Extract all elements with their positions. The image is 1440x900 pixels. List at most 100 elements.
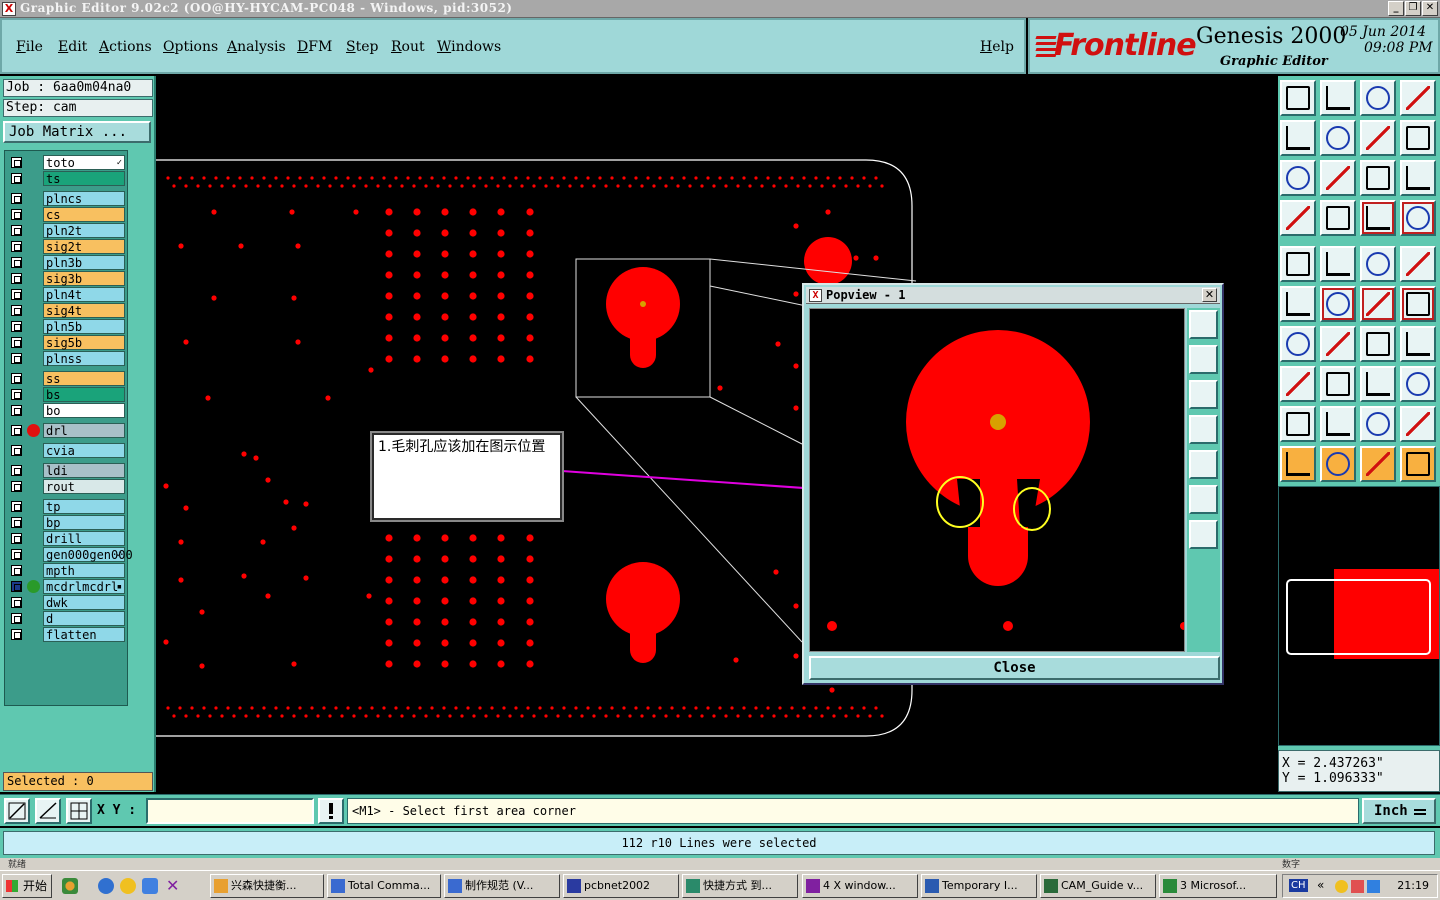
- taskbar-task[interactable]: 快捷方式 到...: [682, 874, 798, 898]
- layer-name[interactable]: ldi: [43, 463, 125, 478]
- layer-checkbox[interactable]: [11, 533, 22, 544]
- layer-row-cs[interactable]: cs: [7, 207, 127, 222]
- menu-options[interactable]: Options: [163, 39, 218, 55]
- layer-row-pln5b[interactable]: pln5b: [7, 319, 127, 334]
- tool-ruler-button[interactable]: [1360, 246, 1396, 282]
- layer-checkbox[interactable]: [11, 425, 22, 436]
- popview-close-button[interactable]: Close: [809, 656, 1220, 680]
- layer-checkbox[interactable]: [11, 465, 22, 476]
- popview-titlebar[interactable]: X Popview - 1 ✕: [806, 287, 1220, 304]
- tool-zoom-window-button[interactable]: [1400, 80, 1436, 116]
- tool-arch-1-button[interactable]: [1360, 406, 1396, 442]
- layer-checkbox[interactable]: [11, 241, 22, 252]
- layer-name[interactable]: plncs: [43, 191, 125, 206]
- quicklaunch-clock-icon[interactable]: [120, 878, 136, 894]
- layer-row-bs[interactable]: bs: [7, 387, 127, 402]
- tool-pan-right-button[interactable]: [1320, 120, 1356, 156]
- quicklaunch-people-icon[interactable]: [62, 878, 78, 894]
- layer-checkbox[interactable]: [11, 225, 22, 236]
- alert-button[interactable]: [318, 798, 344, 824]
- taskbar-task[interactable]: CAM_Guide v...: [1040, 874, 1156, 898]
- layer-checkbox[interactable]: [11, 581, 22, 592]
- layer-checkbox[interactable]: [11, 209, 22, 220]
- close-window-button[interactable]: ✕: [1422, 1, 1438, 16]
- taskbar-task[interactable]: pcbnet2002: [563, 874, 679, 898]
- layer-row-sig2t[interactable]: sig2t: [7, 239, 127, 254]
- tool-undo-zoom-button[interactable]: [1400, 120, 1436, 156]
- popview-pan-right-button[interactable]: [1189, 450, 1218, 479]
- popview-pan-left-button[interactable]: [1189, 415, 1218, 444]
- tool-draw-line-button[interactable]: [1320, 246, 1356, 282]
- layer-checkbox[interactable]: [11, 337, 22, 348]
- quicklaunch-ie-icon[interactable]: [98, 878, 114, 894]
- tool-filter-button[interactable]: [1280, 200, 1316, 236]
- tool-route-button[interactable]: [1400, 446, 1436, 482]
- layer-name[interactable]: sig4t: [43, 303, 125, 318]
- popview-center-button[interactable]: [1189, 520, 1218, 549]
- layer-name[interactable]: pln3b: [43, 255, 125, 270]
- layer-name[interactable]: dwk: [43, 595, 125, 610]
- taskbar-task[interactable]: Total Comma...: [327, 874, 441, 898]
- tool-help-button[interactable]: [1400, 160, 1436, 196]
- layer-row-flatten[interactable]: flatten: [7, 627, 127, 642]
- tool-group-button[interactable]: [1400, 366, 1436, 402]
- tool-circle-point-button[interactable]: [1400, 246, 1436, 282]
- layer-row-pln4t[interactable]: pln4t: [7, 287, 127, 302]
- popview-canvas[interactable]: [809, 308, 1185, 652]
- tool-drag-point-button[interactable]: [1400, 286, 1436, 322]
- layer-row-bp[interactable]: bp: [7, 515, 127, 530]
- layer-row-gen000[interactable]: gen000gen000 ✓: [7, 547, 133, 562]
- layer-name[interactable]: mcdrlmcdrl ▪: [43, 579, 125, 594]
- tool-one-to-two-button[interactable]: [1360, 160, 1396, 196]
- layer-checkbox[interactable]: [11, 157, 22, 168]
- layer-checkbox[interactable]: [11, 501, 22, 512]
- popview-pan-up-button[interactable]: [1189, 345, 1218, 374]
- layer-row-rout[interactable]: rout: [7, 479, 127, 494]
- layer-name[interactable]: bp: [43, 515, 125, 530]
- layer-name[interactable]: sig2t: [43, 239, 125, 254]
- layer-name[interactable]: cvia: [43, 443, 125, 458]
- layer-row-drl[interactable]: drl: [7, 423, 127, 438]
- taskbar-task[interactable]: 制作规范 (V...: [444, 874, 560, 898]
- start-button[interactable]: 开始: [2, 874, 52, 898]
- layer-row-d[interactable]: d: [7, 611, 127, 626]
- layer-name[interactable]: cs: [43, 207, 125, 222]
- tool-cursor-snap-button[interactable]: [1280, 246, 1316, 282]
- layer-checkbox[interactable]: [11, 405, 22, 416]
- layer-row-drill[interactable]: drill: [7, 531, 127, 546]
- menu-dfm[interactable]: DFM: [297, 39, 332, 55]
- tool-triangle-2-button[interactable]: [1320, 406, 1356, 442]
- language-indicator[interactable]: CH: [1289, 879, 1308, 892]
- layer-row-ldi[interactable]: ldi: [7, 463, 127, 478]
- tray-clock-icon[interactable]: [1335, 880, 1348, 893]
- tool-angle-button[interactable]: [1280, 326, 1316, 362]
- layer-row-cvia[interactable]: cvia: [7, 443, 127, 458]
- tool-grid-button[interactable]: [1320, 200, 1356, 236]
- quicklaunch-x-icon[interactable]: ✕: [166, 878, 182, 894]
- layer-name[interactable]: toto ✓: [43, 155, 125, 170]
- layer-name[interactable]: ss: [43, 371, 125, 386]
- menu-actions[interactable]: Actions: [99, 39, 152, 55]
- minimize-button[interactable]: _: [1388, 1, 1404, 16]
- menu-file[interactable]: File: [16, 39, 43, 55]
- layer-row-tp[interactable]: tp: [7, 499, 127, 514]
- layer-checkbox[interactable]: [11, 305, 22, 316]
- layer-checkbox[interactable]: [11, 597, 22, 608]
- tray-network-icon[interactable]: [1367, 880, 1380, 893]
- menu-windows[interactable]: Windows: [437, 39, 501, 55]
- maximize-button[interactable]: ❐: [1405, 1, 1421, 16]
- layer-checkbox[interactable]: [11, 389, 22, 400]
- tool-triangle-1-button[interactable]: [1280, 406, 1316, 442]
- layer-checkbox[interactable]: [11, 321, 22, 332]
- layer-row-dwk[interactable]: dwk: [7, 595, 127, 610]
- layer-name[interactable]: tp: [43, 499, 125, 514]
- layer-checkbox[interactable]: [11, 565, 22, 576]
- popview-close-x[interactable]: ✕: [1202, 288, 1217, 302]
- layer-name[interactable]: bs: [43, 387, 125, 402]
- menu-help[interactable]: Help: [980, 39, 1014, 55]
- tool-feature-select-button[interactable]: [1360, 200, 1396, 236]
- layer-checkbox[interactable]: [11, 445, 22, 456]
- layer-name[interactable]: pln4t: [43, 287, 125, 302]
- layer-checkbox[interactable]: [11, 193, 22, 204]
- layer-row-mcdrl[interactable]: mcdrlmcdrl ▪: [7, 579, 127, 594]
